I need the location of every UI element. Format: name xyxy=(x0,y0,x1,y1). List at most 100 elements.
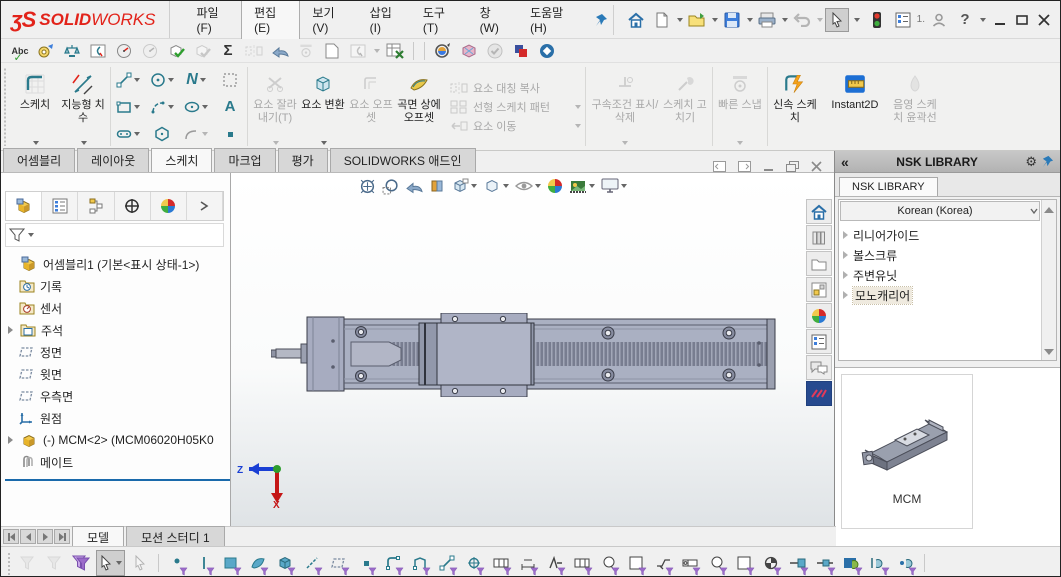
menu-window[interactable]: 창(W) xyxy=(468,0,519,40)
restore-icon[interactable] xyxy=(1016,14,1028,26)
polygon-tool[interactable] xyxy=(145,120,179,147)
ribbon-drag-handle[interactable] xyxy=(2,67,7,146)
smart-dimension-button[interactable]: 지능형 치수 xyxy=(59,65,107,148)
rapid-sketch-button[interactable]: 신속 스케치 xyxy=(771,65,819,148)
rollback-bar[interactable] xyxy=(5,479,230,481)
filter-vertices-icon[interactable] xyxy=(165,550,189,576)
display-style-icon[interactable] xyxy=(483,177,509,195)
sketch-check-dropdown[interactable] xyxy=(374,49,380,53)
select-all-filters-icon[interactable] xyxy=(69,550,93,576)
collapse-panel-icon[interactable]: « xyxy=(841,154,849,170)
appearances-icon[interactable] xyxy=(806,303,832,328)
language-dropdown[interactable]: Korean (Korea) xyxy=(840,201,1040,221)
deviation-icon[interactable] xyxy=(243,41,265,61)
menu-file[interactable]: 파일(F) xyxy=(184,0,241,40)
approve-check-icon[interactable] xyxy=(484,41,506,61)
category-monocarrier[interactable]: 모노캐리어 xyxy=(843,285,1040,305)
render-preview-icon[interactable] xyxy=(432,41,454,61)
home-button[interactable] xyxy=(624,8,648,32)
filter-center-marks-icon[interactable] xyxy=(759,550,783,576)
menu-pin-icon[interactable] xyxy=(590,5,614,35)
close-icon[interactable] xyxy=(1038,14,1050,26)
circle-tool[interactable] xyxy=(145,66,179,93)
select-cursor-button[interactable] xyxy=(96,550,125,576)
spell-check-icon[interactable]: Abc✓ xyxy=(9,41,31,61)
shaded-sketch-contours-button[interactable]: 음영 스케치 윤곽선 xyxy=(891,65,939,148)
filter-edges-icon[interactable] xyxy=(192,550,216,576)
menu-tools[interactable]: 도구(T) xyxy=(411,0,468,40)
filter-datum-targets-icon[interactable] xyxy=(705,550,729,576)
dimxpert-tab[interactable] xyxy=(115,192,151,220)
expand-icon[interactable] xyxy=(843,251,848,259)
section-view-icon[interactable] xyxy=(429,178,445,194)
zoom-to-area-icon[interactable] xyxy=(382,178,399,195)
trim-entities-button[interactable]: 요소 잘라내기(T) xyxy=(251,65,299,148)
last-tab-button[interactable] xyxy=(54,529,70,544)
ellipse-tool[interactable] xyxy=(179,93,213,120)
category-ball-screw[interactable]: 볼스크류 xyxy=(843,245,1040,265)
texture-mapping-icon[interactable] xyxy=(458,41,480,61)
line-tool[interactable] xyxy=(111,66,145,93)
design-library-icon[interactable] xyxy=(806,225,832,250)
category-linear-guide[interactable]: 리니어가이드 xyxy=(843,225,1040,245)
filter-toggle-icon[interactable] xyxy=(15,550,39,576)
file-explorer-icon[interactable] xyxy=(806,251,832,276)
mass-properties-icon[interactable] xyxy=(61,41,83,61)
curvature-icon[interactable] xyxy=(139,41,161,61)
home-tab-icon[interactable] xyxy=(806,199,832,224)
gear-icon[interactable]: ⚙ xyxy=(1025,154,1037,170)
tab-solidworks-addins[interactable]: SOLIDWORKS 애드인 xyxy=(330,148,476,172)
import-diagnostics-icon[interactable] xyxy=(321,41,343,61)
expand-icon[interactable] xyxy=(843,271,848,279)
measure-icon[interactable] xyxy=(35,41,57,61)
model-tab[interactable]: 모델 xyxy=(72,526,124,548)
tree-item-sensors[interactable]: 센서 xyxy=(5,297,230,319)
custom-properties-icon[interactable] xyxy=(806,329,832,354)
filter-weld-symbols-icon[interactable] xyxy=(651,550,675,576)
tree-item-right-plane[interactable]: 우측면 xyxy=(5,385,230,407)
filter-datums-icon[interactable] xyxy=(570,550,594,576)
view-orientation-icon[interactable] xyxy=(451,177,477,195)
performance-evaluation-icon[interactable] xyxy=(113,41,135,61)
forum-icon[interactable] xyxy=(806,355,832,380)
open-button[interactable] xyxy=(685,8,709,32)
tree-item-origin[interactable]: 원점 xyxy=(5,407,230,429)
undo-dropdown-arrow[interactable] xyxy=(817,18,823,22)
filter-origins-icon[interactable] xyxy=(462,550,486,576)
previous-view-icon[interactable] xyxy=(405,179,423,194)
fillet-tool[interactable] xyxy=(179,120,213,147)
hide-show-items-icon[interactable] xyxy=(515,180,541,192)
view-settings-icon[interactable] xyxy=(601,178,627,194)
export-table-icon[interactable] xyxy=(384,41,406,61)
tree-filter-field[interactable] xyxy=(5,223,224,247)
filter-sketches-icon[interactable] xyxy=(408,550,432,576)
prev-tab-button[interactable] xyxy=(20,529,36,544)
graphics-viewport[interactable]: Z X xyxy=(231,173,836,526)
tree-item-mcm-component[interactable]: (-) MCM<2> (MCM06020H05K0 xyxy=(5,429,230,451)
save-button[interactable] xyxy=(720,8,744,32)
section-properties-icon[interactable] xyxy=(87,41,109,61)
filter-balloons-icon[interactable] xyxy=(597,550,621,576)
save-dropdown-arrow[interactable] xyxy=(747,18,753,22)
symmetry-check-icon[interactable] xyxy=(295,41,317,61)
compare-icon[interactable] xyxy=(191,41,213,61)
tab-markup[interactable]: 마크업 xyxy=(214,148,275,172)
menu-view[interactable]: 보기(V) xyxy=(300,0,357,40)
tree-root-assembly[interactable]: 어셈블리1 (기본<표시 상태-1>) xyxy=(5,253,230,275)
motion-study-tab[interactable]: 모션 스터디 1 xyxy=(126,526,225,548)
filter-surface-bodies-icon[interactable] xyxy=(246,550,270,576)
catalog-scrollbar[interactable] xyxy=(1041,200,1056,360)
slot-tool[interactable] xyxy=(111,120,145,147)
filter-dimensions-icon[interactable] xyxy=(516,550,540,576)
quick-snaps-button[interactable]: 빠른 스냅 xyxy=(716,65,764,148)
clear-all-filters-icon[interactable] xyxy=(42,550,66,576)
tree-item-history[interactable]: 기록 xyxy=(5,275,230,297)
pane-right-icon[interactable] xyxy=(738,161,751,172)
expand-icon[interactable] xyxy=(8,326,13,334)
login-button[interactable] xyxy=(927,8,951,32)
check-entity-icon[interactable] xyxy=(165,41,187,61)
toolbar-drag-handle[interactable] xyxy=(6,551,11,575)
filter-solid-bodies-icon[interactable] xyxy=(273,550,297,576)
filter-dropdown-arrow[interactable] xyxy=(28,233,34,237)
tab-evaluate[interactable]: 평가 xyxy=(278,148,328,172)
